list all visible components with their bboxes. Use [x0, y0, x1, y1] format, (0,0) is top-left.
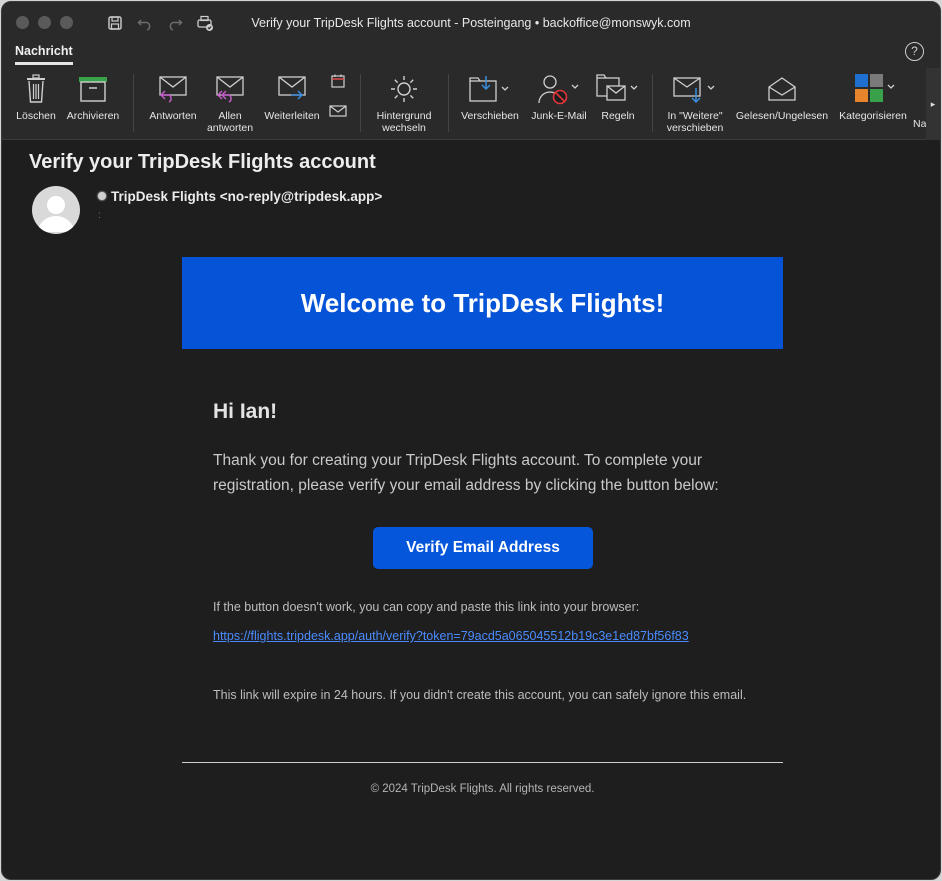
ribbon-separator: [360, 74, 361, 132]
recipient-line: :: [98, 210, 101, 221]
verify-link[interactable]: https://flights.tripdesk.app/auth/verify…: [213, 629, 689, 643]
sun-icon: [390, 75, 418, 106]
reply-button[interactable]: Antworten: [142, 74, 204, 122]
calendar-icon: [330, 74, 346, 92]
forward-icon: [276, 75, 308, 106]
forward-button[interactable]: Weiterleiten: [260, 74, 324, 122]
greeting: Hi Ian!: [213, 400, 278, 423]
footer-copyright: © 2024 TripDesk Flights. All rights rese…: [370, 783, 595, 795]
help-icon[interactable]: ?: [905, 42, 924, 61]
move-to-other-icon: [672, 74, 718, 107]
avatar: [32, 186, 80, 234]
title-bar: Verify your TripDesk Flights account - P…: [2, 2, 940, 44]
attachment-mail-icon: [329, 105, 347, 121]
ribbon-separator: [133, 74, 134, 132]
ribbon-toolbar: Löschen Archivieren Antworten Allen antw…: [2, 68, 940, 140]
archive-icon: [78, 76, 108, 105]
archive-button[interactable]: Archivieren: [62, 74, 124, 122]
sender-address[interactable]: TripDesk Flights <no-reply@tripdesk.app>: [111, 189, 382, 204]
tab-nachricht[interactable]: Nachricht: [15, 44, 73, 65]
junk-email-button[interactable]: Junk-E-Mail: [526, 74, 592, 122]
mail-window: Verify your TripDesk Flights account - P…: [1, 1, 941, 880]
meeting-reply-button[interactable]: [328, 73, 348, 92]
ribbon-separator: [448, 74, 449, 132]
banner-title: Welcome to TripDesk Flights!: [300, 287, 665, 318]
verify-email-button[interactable]: Verify Email Address: [373, 527, 593, 569]
move-icon: [468, 75, 512, 106]
message-subject: Verify your TripDesk Flights account: [29, 151, 376, 173]
intro-paragraph: Thank you for creating your TripDesk Fli…: [213, 452, 719, 494]
rules-button[interactable]: Regeln: [592, 73, 644, 122]
more-reply-options-button[interactable]: [328, 104, 348, 121]
trash-icon: [24, 73, 48, 107]
window-title: Verify your TripDesk Flights account - P…: [251, 16, 691, 30]
ribbon-separator: [652, 74, 653, 132]
move-button[interactable]: Verschieben: [456, 74, 524, 122]
junk-icon: [536, 73, 582, 108]
email-banner: Welcome to TripDesk Flights!: [182, 257, 783, 349]
presence-dot-icon: [98, 192, 106, 200]
categorize-icon: [848, 73, 898, 108]
rules-icon: [595, 73, 641, 107]
expiry-notice: This link will expire in 24 hours. If yo…: [213, 688, 747, 702]
ribbon-scroll-right-button[interactable]: ▸: [926, 68, 940, 140]
reply-icon: [157, 75, 189, 106]
reply-all-button[interactable]: Allen antworten: [202, 74, 258, 134]
read-unread-icon: [766, 75, 798, 106]
reply-all-icon: [214, 75, 246, 106]
switch-background-button[interactable]: Hintergrund wechseln: [368, 74, 440, 134]
categorize-button[interactable]: Kategorisieren: [834, 73, 912, 122]
move-to-other-button[interactable]: In "Weitere" verschieben: [658, 74, 732, 134]
footer-divider: [182, 762, 783, 763]
fallback-text: If the button doesn't work, you can copy…: [213, 600, 640, 614]
delete-button[interactable]: Löschen: [12, 73, 60, 122]
ribbon-tab-row: Nachricht ?: [2, 42, 940, 68]
read-unread-button[interactable]: Gelesen/Ungelesen: [732, 74, 832, 122]
